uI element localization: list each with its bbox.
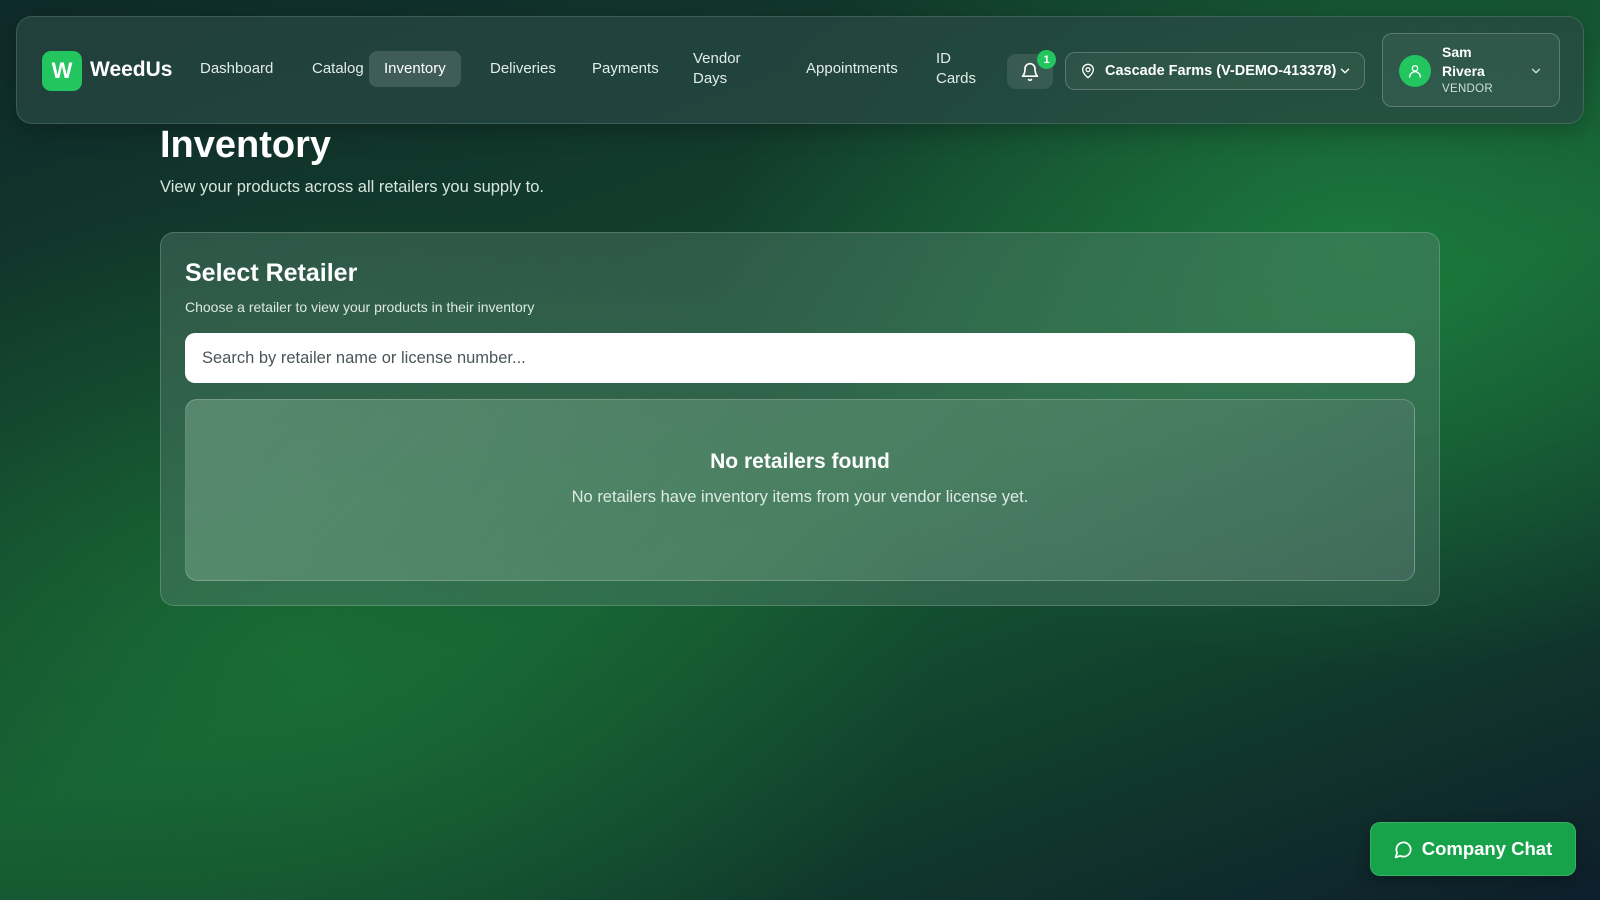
location-label: Cascade Farms (V-DEMO-413378) bbox=[1105, 63, 1337, 79]
notification-count-badge: 1 bbox=[1037, 50, 1056, 69]
nav-item-catalog[interactable]: Catalog bbox=[297, 51, 379, 87]
nav-item-dashboard[interactable]: Dashboard bbox=[185, 51, 288, 87]
brand-name[interactable]: WeedUs bbox=[90, 58, 172, 82]
empty-state-description: No retailers have inventory items from y… bbox=[571, 488, 1029, 506]
user-role: VENDOR bbox=[1442, 83, 1494, 95]
user-name: Sam Rivera bbox=[1442, 44, 1485, 79]
company-chat-button[interactable]: Company Chat bbox=[1370, 822, 1576, 876]
select-retailer-card: Select Retailer Choose a retailer to vie… bbox=[160, 232, 1440, 606]
page-title: Inventory bbox=[160, 124, 332, 166]
empty-state-title: No retailers found bbox=[710, 450, 890, 473]
chat-bubble-icon bbox=[1394, 840, 1413, 859]
nav-item-payments[interactable]: Payments bbox=[577, 51, 674, 87]
retailer-search-input[interactable] bbox=[185, 333, 1415, 383]
page-subtitle: View your products across all retailers … bbox=[160, 178, 544, 196]
empty-state: No retailers found No retailers have inv… bbox=[185, 399, 1415, 581]
bell-icon bbox=[1020, 62, 1040, 82]
card-description: Choose a retailer to view your products … bbox=[185, 299, 535, 315]
chevron-down-icon bbox=[1529, 64, 1543, 78]
card-title: Select Retailer bbox=[185, 259, 358, 287]
nav-item-vendor-days[interactable]: Vendor Days bbox=[678, 47, 758, 91]
map-pin-icon bbox=[1080, 63, 1096, 79]
nav-item-deliveries[interactable]: Deliveries bbox=[475, 51, 571, 87]
nav-item-appointments[interactable]: Appointments bbox=[791, 51, 913, 87]
top-navigation-bar: W WeedUs Dashboard Catalog Inventory Del… bbox=[16, 16, 1584, 124]
chevron-down-icon bbox=[1338, 64, 1352, 78]
user-menu[interactable]: Sam Rivera VENDOR bbox=[1382, 33, 1560, 107]
nav-item-inventory[interactable]: Inventory bbox=[369, 51, 461, 87]
location-selector[interactable]: Cascade Farms (V-DEMO-413378) bbox=[1065, 52, 1365, 90]
company-chat-label: Company Chat bbox=[1421, 838, 1553, 859]
nav-item-id-cards[interactable]: ID Cards bbox=[921, 47, 983, 91]
brand-logo[interactable]: W bbox=[42, 51, 82, 91]
user-icon bbox=[1399, 55, 1431, 87]
